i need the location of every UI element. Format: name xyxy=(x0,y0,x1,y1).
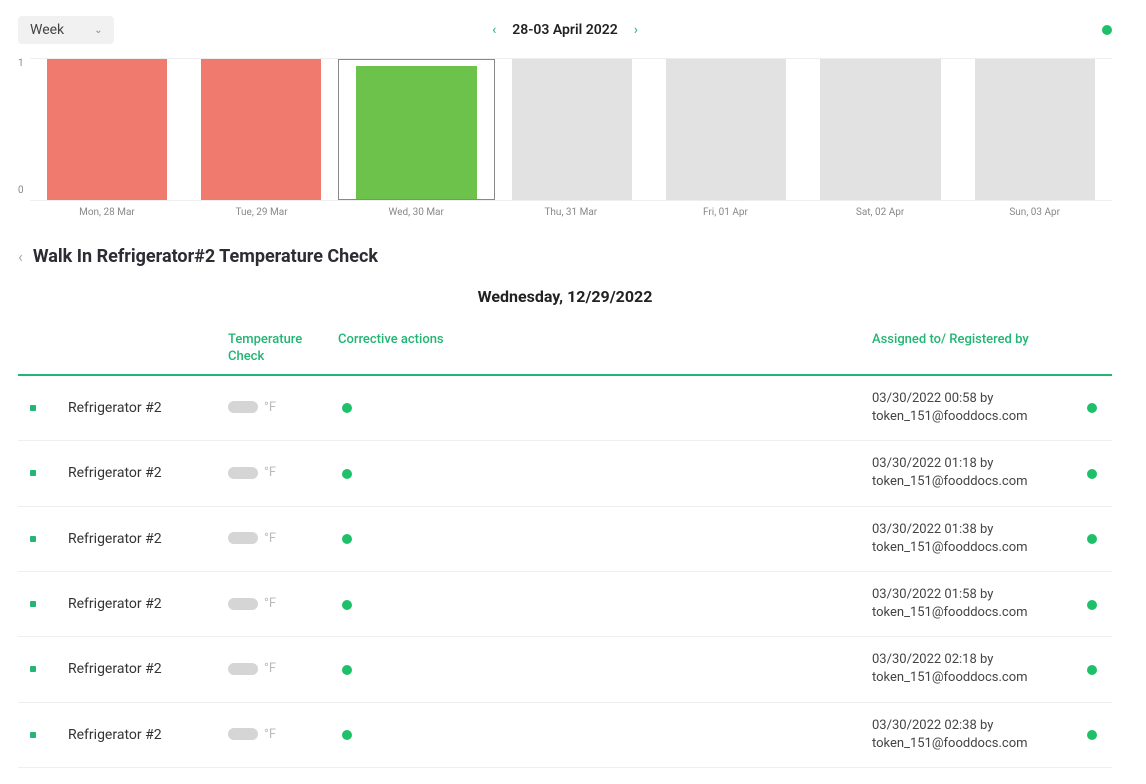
chart-x-label: Sat, 02 Apr xyxy=(803,207,958,218)
row-end-dot-icon xyxy=(1087,730,1097,740)
date-navigator: ‹ 28-03 April 2022 › xyxy=(492,22,638,38)
row-assigned: 03/30/2022 00:58 bytoken_151@fooddocs.co… xyxy=(872,390,1072,426)
temp-pill-icon xyxy=(228,467,258,479)
row-status-dot-icon xyxy=(30,666,36,672)
y-tick: 0 xyxy=(18,185,24,196)
row-status-dot-icon xyxy=(30,536,36,542)
row-end-dot-icon xyxy=(1087,665,1097,675)
records-table: Temperature Check Corrective actions Ass… xyxy=(18,332,1112,768)
bar-fill xyxy=(512,59,632,200)
row-end-dot-icon xyxy=(1087,469,1097,479)
header-temperature: Temperature Check xyxy=(228,332,338,366)
row-name: Refrigerator #2 xyxy=(68,661,228,677)
y-tick: 1 xyxy=(18,58,24,69)
bar-fill xyxy=(201,59,321,200)
chart-x-label: Wed, 30 Mar xyxy=(339,207,494,218)
row-name: Refrigerator #2 xyxy=(68,400,228,416)
row-assigned: 03/30/2022 02:18 bytoken_151@fooddocs.co… xyxy=(872,651,1072,687)
bar-fill xyxy=(356,66,476,199)
temperature-input[interactable]: °F xyxy=(228,465,276,480)
temp-unit: °F xyxy=(264,596,276,611)
prev-week-button[interactable]: ‹ xyxy=(492,22,496,38)
row-assigned: 03/30/2022 01:38 bytoken_151@fooddocs.co… xyxy=(872,521,1072,557)
chart-x-label: Fri, 01 Apr xyxy=(648,207,803,218)
date-range: 28-03 April 2022 xyxy=(512,22,617,38)
weekly-chart: 1 0 Mon, 28 MarTue, 29 MarWed, 30 MarThu… xyxy=(18,58,1112,218)
row-status-dot-icon xyxy=(30,732,36,738)
row-end-dot-icon xyxy=(1087,534,1097,544)
table-row[interactable]: Refrigerator #2 °F 03/30/2022 02:38 byto… xyxy=(18,703,1112,768)
temp-unit: °F xyxy=(264,400,276,415)
corrective-status-dot-icon xyxy=(342,403,352,413)
chart-x-label: Tue, 29 Mar xyxy=(184,207,339,218)
temperature-input[interactable]: °F xyxy=(228,661,276,676)
corrective-status-dot-icon xyxy=(342,665,352,675)
table-row[interactable]: Refrigerator #2 °F 03/30/2022 02:18 byto… xyxy=(18,637,1112,702)
row-end-dot-icon xyxy=(1087,600,1097,610)
table-row[interactable]: Refrigerator #2 °F 03/30/2022 01:18 byto… xyxy=(18,441,1112,506)
chart-bar[interactable] xyxy=(649,59,803,200)
chart-x-label: Mon, 28 Mar xyxy=(30,207,185,218)
bar-fill xyxy=(47,59,167,200)
row-status-dot-icon xyxy=(30,470,36,476)
chart-x-label: Sun, 03 Apr xyxy=(957,207,1112,218)
chart-bar[interactable] xyxy=(495,59,649,200)
temp-pill-icon xyxy=(228,663,258,675)
corrective-status-dot-icon xyxy=(342,730,352,740)
header-assigned: Assigned to/ Registered by xyxy=(872,332,1072,366)
bar-fill xyxy=(666,59,786,200)
temperature-input[interactable]: °F xyxy=(228,531,276,546)
row-name: Refrigerator #2 xyxy=(68,596,228,612)
page-title: Walk In Refrigerator#2 Temperature Check xyxy=(33,246,378,267)
row-status-dot-icon xyxy=(30,405,36,411)
chart-bar[interactable] xyxy=(30,59,184,200)
row-assigned: 03/30/2022 01:18 bytoken_151@fooddocs.co… xyxy=(872,455,1072,491)
bar-fill xyxy=(820,59,940,200)
chart-x-label: Thu, 31 Mar xyxy=(494,207,649,218)
status-dot-icon xyxy=(1102,25,1112,35)
corrective-status-dot-icon xyxy=(342,600,352,610)
temp-pill-icon xyxy=(228,728,258,740)
table-row[interactable]: Refrigerator #2 °F 03/30/2022 01:38 byto… xyxy=(18,507,1112,572)
row-assigned: 03/30/2022 01:58 bytoken_151@fooddocs.co… xyxy=(872,586,1072,622)
chevron-down-icon: ⌄ xyxy=(94,25,102,36)
period-select[interactable]: Week ⌄ xyxy=(18,16,114,44)
row-name: Refrigerator #2 xyxy=(68,727,228,743)
temp-unit: °F xyxy=(264,531,276,546)
period-label: Week xyxy=(30,22,64,38)
temp-unit: °F xyxy=(264,661,276,676)
chart-bar[interactable] xyxy=(184,59,338,200)
chart-bar[interactable] xyxy=(338,59,494,200)
row-end-dot-icon xyxy=(1087,403,1097,413)
temperature-input[interactable]: °F xyxy=(228,596,276,611)
row-assigned: 03/30/2022 02:38 bytoken_151@fooddocs.co… xyxy=(872,717,1072,753)
row-name: Refrigerator #2 xyxy=(68,465,228,481)
chart-y-axis: 1 0 xyxy=(18,58,30,218)
table-header: Temperature Check Corrective actions Ass… xyxy=(18,332,1112,376)
temp-unit: °F xyxy=(264,727,276,742)
temp-pill-icon xyxy=(228,532,258,544)
temp-pill-icon xyxy=(228,598,258,610)
back-button[interactable]: ‹ xyxy=(18,247,23,266)
temp-unit: °F xyxy=(264,465,276,480)
next-week-button[interactable]: › xyxy=(634,22,638,38)
table-row[interactable]: Refrigerator #2 °F 03/30/2022 00:58 byto… xyxy=(18,376,1112,441)
chart-bar[interactable] xyxy=(958,59,1112,200)
table-row[interactable]: Refrigerator #2 °F 03/30/2022 01:58 byto… xyxy=(18,572,1112,637)
temperature-input[interactable]: °F xyxy=(228,727,276,742)
temperature-input[interactable]: °F xyxy=(228,400,276,415)
corrective-status-dot-icon xyxy=(342,469,352,479)
row-status-dot-icon xyxy=(30,601,36,607)
temp-pill-icon xyxy=(228,401,258,413)
corrective-status-dot-icon xyxy=(342,534,352,544)
row-name: Refrigerator #2 xyxy=(68,531,228,547)
chart-bar[interactable] xyxy=(803,59,957,200)
bar-fill xyxy=(975,59,1095,200)
page-subtitle: Wednesday, 12/29/2022 xyxy=(18,287,1112,306)
header-corrective: Corrective actions xyxy=(338,332,872,366)
